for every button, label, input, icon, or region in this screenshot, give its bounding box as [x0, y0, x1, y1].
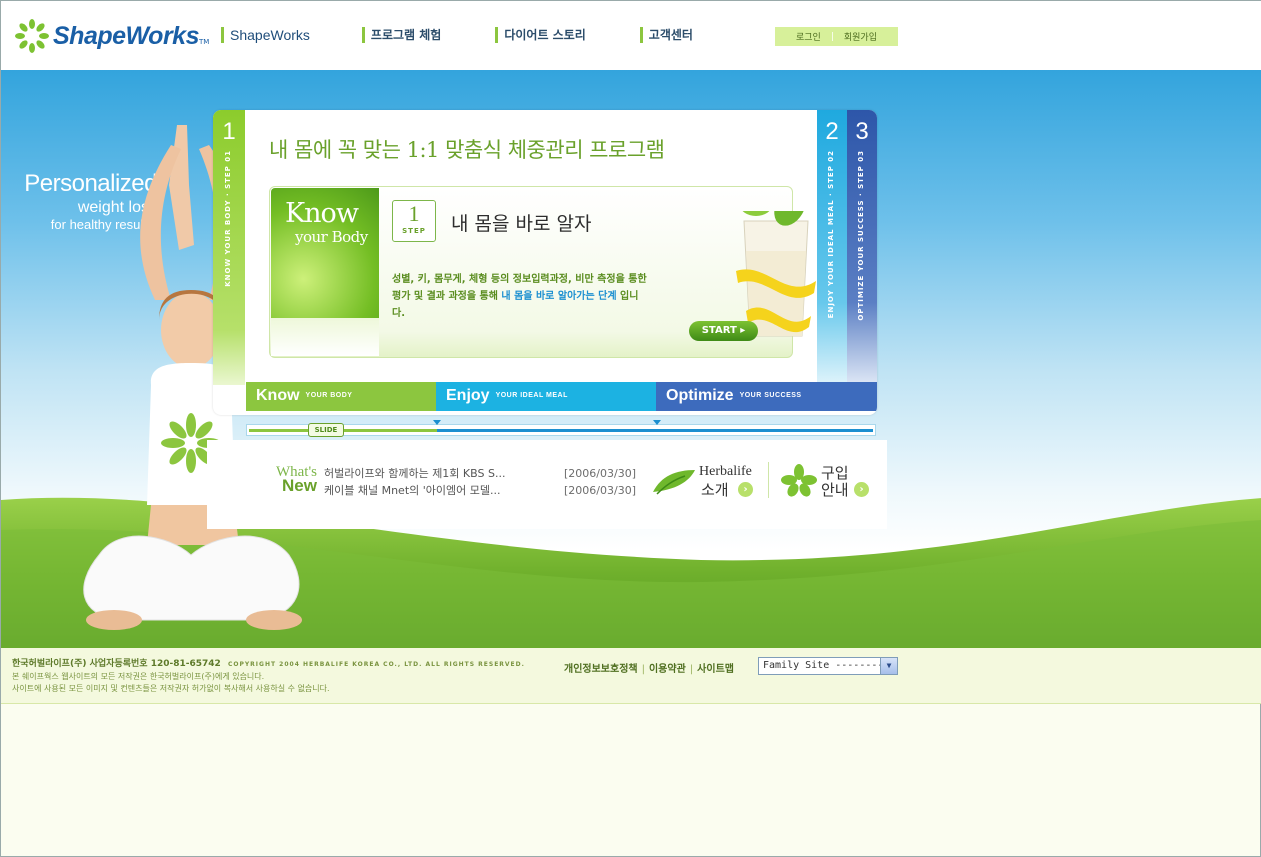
tab-know-main: Know — [256, 387, 300, 404]
footer-company: 한국허벌라이프(주) 사업자등록번호 120-81-65742 COPYRIGH… — [12, 656, 525, 669]
news-box: What's New 허벌라이프와 함께하는 제1회 KBS S... [200… — [207, 440, 887, 529]
tab-know-sub: YOUR BODY — [305, 392, 353, 400]
tab-enjoy[interactable]: Enjoy YOUR IDEAL MEAL — [436, 382, 656, 411]
tab-know[interactable]: Know YOUR BODY — [246, 382, 436, 411]
know-image-fade — [271, 318, 379, 356]
header: ShapeWorks TM ShapeWorks 프로그램 체험 다이어트 스토… — [1, 1, 1261, 70]
auth-divider: | — [830, 31, 834, 42]
link-divider: | — [689, 664, 694, 675]
link-divider: | — [641, 664, 645, 675]
know-line1: Know — [285, 198, 359, 229]
arrow-right-icon: › — [738, 482, 753, 497]
auth-bar: 로그인 | 회원가입 — [775, 27, 898, 46]
know-line2: your Body — [295, 228, 368, 246]
promo2-ko2: 안내 — [821, 481, 849, 499]
desc-highlight: 내 몸을 바로 알아가는 단계 — [501, 291, 617, 302]
step3-number: 3 — [855, 118, 869, 145]
sitemap-link[interactable]: 사이트맵 — [697, 664, 734, 675]
news-title[interactable]: 허벌라이프와 함께하는 제1회 KBS S... — [324, 465, 564, 482]
step-badge-label: STEP — [402, 227, 426, 235]
shapeworks-logo[interactable]: ShapeWorks TM — [15, 19, 209, 53]
news-item[interactable]: 케이블 채널 Mnet의 '아이엠어 모델... [2006/03/30] — [324, 482, 636, 499]
leaf-icon — [653, 470, 695, 495]
step-badge-number: 1 — [408, 201, 420, 226]
hero-section: Personalized weight loss for healthy res… — [1, 70, 1261, 648]
login-link[interactable]: 로그인 — [796, 30, 821, 43]
card-description: 성별, 키, 몸무게, 체형 등의 정보입력과정, 비만 측정을 통한 평가 및… — [392, 271, 650, 322]
flower-logo-icon — [15, 19, 49, 53]
step2-strip[interactable]: 2 ENJOY YOUR IDEAL MEAL · STEP 02 — [817, 110, 847, 385]
slider-marker-3 — [653, 420, 661, 425]
news-date: [2006/03/30] — [564, 484, 636, 497]
clover-icon — [781, 464, 817, 497]
news-list: 허벌라이프와 함께하는 제1회 KBS S... [2006/03/30] 케이… — [324, 465, 636, 499]
family-site-select[interactable]: Family Site -------- ▼ — [758, 657, 898, 675]
step-slider[interactable]: SLIDE — [246, 420, 876, 437]
tab-enjoy-main: Enjoy — [446, 387, 490, 404]
nav-diet-story[interactable]: 다이어트 스토리 — [495, 27, 586, 43]
step1-label: KNOW YOUR BODY · STEP 01 — [224, 150, 232, 287]
tab-enjoy-sub: YOUR IDEAL MEAL — [495, 392, 568, 400]
slider-track-blue — [437, 429, 873, 432]
news-date: [2006/03/30] — [564, 467, 636, 480]
logo-text: ShapeWorks — [53, 21, 199, 50]
chevron-down-icon[interactable]: ▼ — [880, 658, 897, 674]
news-title[interactable]: 케이블 채널 Mnet의 '아이엠어 모델... — [324, 482, 564, 499]
herbalife-intro-link[interactable]: Herbalife 소개 › — [651, 462, 761, 502]
step-badge: 1 STEP — [392, 200, 436, 242]
footer-notice-2: 사이트에 사용된 모든 이미지 및 컨텐츠들은 저작권자 허가없이 복사해서 사… — [12, 684, 330, 693]
privacy-policy-link[interactable]: 개인정보보호정책 — [564, 664, 638, 675]
slider-marker-2 — [433, 420, 441, 425]
step1-number: 1 — [222, 118, 236, 145]
company-info: 한국허벌라이프(주) 사업자등록번호 120-81-65742 — [12, 659, 221, 669]
slide-handle[interactable]: SLIDE — [308, 423, 344, 437]
signup-link[interactable]: 회원가입 — [844, 30, 877, 43]
step2-label: ENJOY YOUR IDEAL MEAL · STEP 02 — [827, 150, 835, 319]
purchase-guide-link[interactable]: 구입 안내 › — [781, 462, 881, 502]
whats-new-label: What's New — [267, 465, 317, 495]
start-label: START — [701, 325, 737, 336]
logo-tm: TM — [198, 38, 210, 46]
step2-number: 2 — [825, 118, 839, 145]
step1-strip[interactable]: 1 KNOW YOUR BODY · STEP 01 — [213, 110, 245, 385]
nav-program-trial[interactable]: 프로그램 체험 — [361, 27, 441, 43]
tab-optimize-main: Optimize — [666, 387, 734, 404]
step3-label: OPTIMIZE YOUR SUCCESS · STEP 03 — [857, 150, 865, 321]
arrow-right-icon: › — [854, 482, 869, 497]
step3-strip[interactable]: 3 OPTIMIZE YOUR SUCCESS · STEP 03 — [847, 110, 877, 385]
card-heading: 내 몸을 바로 알자 — [451, 213, 592, 235]
main-nav: ShapeWorks 프로그램 체험 다이어트 스토리 고객센터 — [221, 27, 747, 43]
promo1-ko: 소개 — [701, 481, 729, 499]
footer-notice-1: 본 쉐이프웍스 웹사이트의 모든 저작권은 한국허벌라이프(주)에게 있습니다. — [12, 672, 265, 681]
tab-optimize[interactable]: Optimize YOUR SUCCESS — [656, 382, 877, 411]
copyright: COPYRIGHT 2004 HERBALIFE KOREA CO., LTD.… — [227, 661, 525, 668]
footer-links: 개인정보보호정책 | 이용약관 | 사이트맵 — [564, 660, 734, 675]
family-site-value: Family Site -------- — [763, 660, 884, 671]
program-panel: 1 KNOW YOUR BODY · STEP 01 2 ENJOY YOUR … — [213, 110, 877, 415]
terms-link[interactable]: 이용약관 — [649, 664, 686, 675]
footer: 한국허벌라이프(주) 사업자등록번호 120-81-65742 COPYRIGH… — [1, 648, 1261, 704]
step-tabs: Know YOUR BODY Enjoy YOUR IDEAL MEAL Optim… — [246, 382, 877, 411]
nav-customer-center[interactable]: 고객센터 — [639, 27, 693, 43]
nav-shapeworks[interactable]: ShapeWorks — [221, 27, 310, 43]
news-item[interactable]: 허벌라이프와 함께하는 제1회 KBS S... [2006/03/30] — [324, 465, 636, 482]
new-text: New — [282, 476, 317, 495]
program-title: 내 몸에 꼭 맞는 1:1 맞춤식 체중관리 프로그램 — [269, 138, 665, 162]
promo-divider — [768, 462, 769, 498]
start-button[interactable]: START ▸ — [689, 321, 758, 341]
know-your-body-image: Know your Body — [271, 188, 379, 318]
step1-card: Know your Body 1 STEP 내 몸을 바로 알자 성별, 키, … — [269, 186, 816, 358]
tab-optimize-sub: YOUR SUCCESS — [739, 392, 802, 400]
promo1-en: Herbalife — [699, 464, 752, 479]
